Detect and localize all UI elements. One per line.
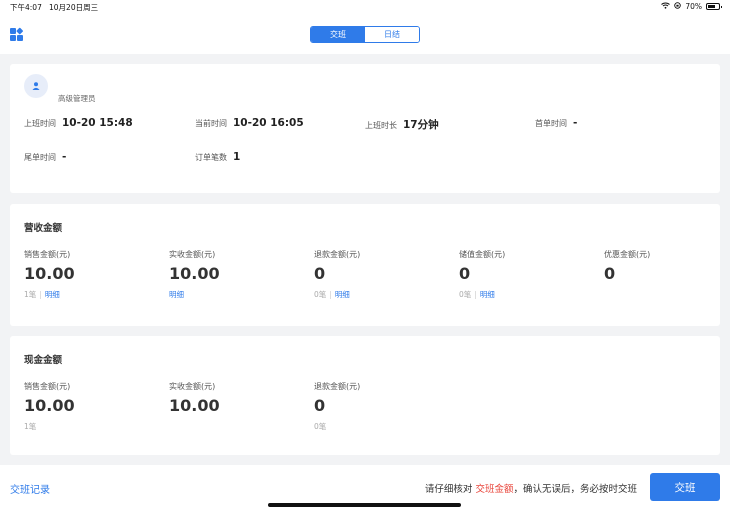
current-time-label: 当前时间 <box>195 119 227 128</box>
bottom-action-bar: 交班记录 请仔细核对 交班金额，确认无误后，务必按时交班 交班 <box>0 465 730 510</box>
status-date: 10月20日周三 <box>49 3 99 12</box>
metric-count: 1笔 <box>24 422 37 431</box>
metric-label: 实收金额(元) <box>169 382 216 391</box>
cash-refund-metric: 退款金额(元) 0 0笔 <box>314 381 454 432</box>
tab-handover[interactable]: 交班 <box>311 27 365 42</box>
status-bar-indicators: 70% <box>661 2 722 11</box>
order-count: 订单笔数 1 <box>195 151 240 163</box>
status-bar-clock: 下午4:07 10月20日周三 <box>10 2 98 13</box>
metric-value: 0 <box>314 264 326 283</box>
shift-duration-label: 上班时长 <box>365 121 397 130</box>
notice-text-pre: 请仔细核对 <box>424 484 473 495</box>
metric-label: 销售金额(元) <box>24 250 71 259</box>
metric-label: 退款金额(元) <box>314 382 361 391</box>
revenue-received-metric: 实收金额(元) 10.00 明细 <box>169 249 309 300</box>
metric-value: 10.00 <box>169 264 220 283</box>
metric-label: 储值金额(元) <box>459 250 506 259</box>
order-count-value: 1 <box>233 151 241 163</box>
revenue-stored-value-metric: 储值金额(元) 0 0笔 | 明细 <box>459 249 599 300</box>
last-order-value: - <box>62 151 67 163</box>
shift-duration-value: 17分钟 <box>403 119 439 131</box>
metric-count: 0笔 <box>314 290 327 299</box>
refund-detail-link[interactable]: 明细 <box>335 289 350 300</box>
first-order-label: 首单时间 <box>535 119 567 128</box>
metric-value: 10.00 <box>169 396 220 415</box>
mode-tab-switcher: 交班 日结 <box>310 26 420 43</box>
avatar <box>24 74 48 98</box>
apps-menu-icon[interactable] <box>10 27 24 41</box>
metric-label: 优惠金额(元) <box>604 250 651 259</box>
current-time: 当前时间 10-20 16:05 <box>195 117 304 129</box>
revenue-sales-metric: 销售金额(元) 10.00 1笔 | 明细 <box>24 249 164 300</box>
revenue-card: 营收金额 销售金额(元) 10.00 1笔 | 明细 实收金额(元) 10.00… <box>10 204 720 326</box>
top-nav-bar: 交班 日结 <box>0 14 730 54</box>
battery-percent: 70% <box>685 2 702 11</box>
current-time-value: 10-20 16:05 <box>233 117 304 129</box>
metric-count: 1笔 <box>24 290 37 299</box>
wifi-icon <box>661 2 671 11</box>
user-icon <box>32 82 40 90</box>
metric-label: 退款金额(元) <box>314 250 361 259</box>
metric-value: 0 <box>604 264 616 283</box>
cash-sales-metric: 销售金额(元) 10.00 1笔 <box>24 381 164 432</box>
sales-detail-link[interactable]: 明细 <box>45 289 60 300</box>
revenue-title: 营收金额 <box>24 223 63 234</box>
user-role: 高级管理员 <box>58 94 96 103</box>
tab-daily-settlement[interactable]: 日结 <box>365 27 419 42</box>
metric-value: 10.00 <box>24 264 75 283</box>
status-time: 下午4:07 <box>10 3 42 12</box>
handover-history-link[interactable]: 交班记录 <box>10 481 50 496</box>
notice-text-post: ，确认无误后，务必按时交班 <box>513 484 637 495</box>
status-bar: 下午4:07 10月20日周三 70% <box>0 0 730 14</box>
divider: | <box>39 290 42 299</box>
revenue-discount-metric: 优惠金额(元) 0 <box>604 249 730 283</box>
battery-icon <box>706 3 722 10</box>
divider: | <box>474 290 477 299</box>
received-detail-link[interactable]: 明细 <box>169 289 184 300</box>
notice-highlight: 交班金额 <box>475 484 514 495</box>
shift-info-card: 高级管理员 上班时间 10-20 15:48 当前时间 10-20 16:05 … <box>10 64 720 193</box>
metric-count: 0笔 <box>459 290 472 299</box>
metric-value: 0 <box>314 396 326 415</box>
first-order-time: 首单时间 - <box>535 117 577 129</box>
metric-value: 10.00 <box>24 396 75 415</box>
orientation-lock-icon <box>674 2 682 11</box>
last-order-time: 尾单时间 - <box>24 151 66 163</box>
submit-handover-button[interactable]: 交班 <box>650 473 720 501</box>
cash-received-metric: 实收金额(元) 10.00 <box>169 381 309 415</box>
battery-level-fill <box>708 5 715 8</box>
cash-card: 现金金额 销售金额(元) 10.00 1笔 实收金额(元) 10.00 退款金额… <box>10 336 720 455</box>
shift-start-value: 10-20 15:48 <box>62 117 133 129</box>
order-count-label: 订单笔数 <box>195 153 227 162</box>
divider: | <box>329 290 332 299</box>
shift-start-label: 上班时间 <box>24 119 56 128</box>
home-indicator[interactable] <box>268 503 461 507</box>
metric-count: 0笔 <box>314 422 327 431</box>
metric-value: 0 <box>459 264 471 283</box>
stored-value-detail-link[interactable]: 明细 <box>480 289 495 300</box>
shift-duration: 上班时长 17分钟 <box>365 117 439 132</box>
last-order-label: 尾单时间 <box>24 153 56 162</box>
revenue-refund-metric: 退款金额(元) 0 0笔 | 明细 <box>314 249 454 300</box>
shift-start-time: 上班时间 10-20 15:48 <box>24 117 133 129</box>
first-order-value: - <box>573 117 578 129</box>
handover-notice: 请仔细核对 交班金额，确认无误后，务必按时交班 <box>425 481 637 495</box>
metric-label: 销售金额(元) <box>24 382 71 391</box>
metric-label: 实收金额(元) <box>169 250 216 259</box>
cash-title: 现金金额 <box>24 355 63 366</box>
